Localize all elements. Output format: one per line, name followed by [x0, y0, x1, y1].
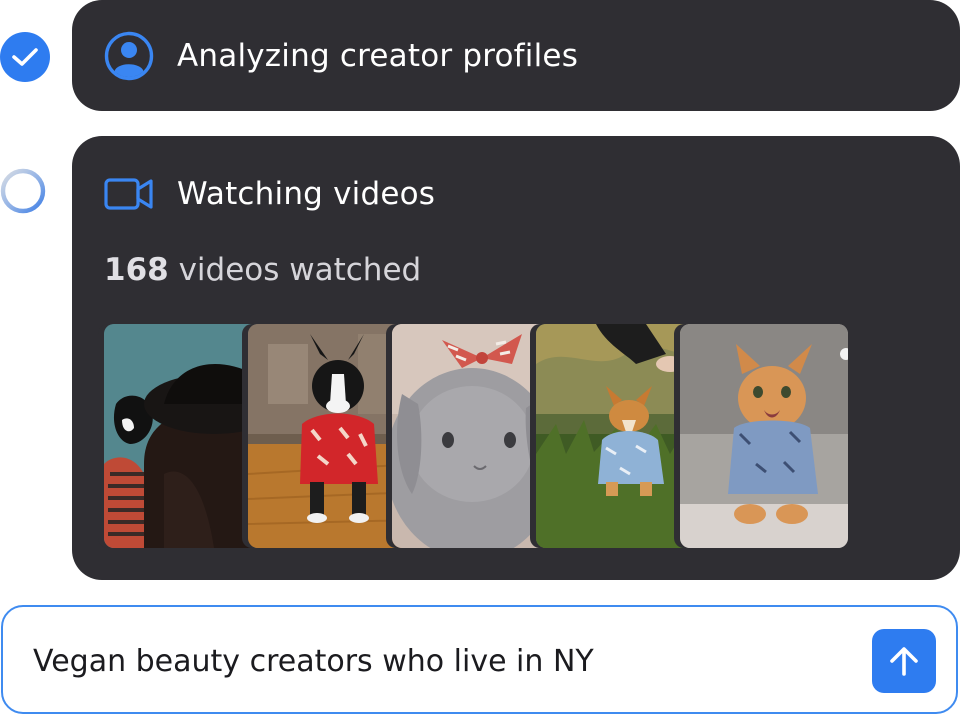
video-thumbnail[interactable] [104, 324, 272, 548]
video-thumbnail[interactable] [680, 324, 848, 548]
step-card-watching: Watching videos 168 videos watched [72, 136, 960, 580]
user-profile-icon [104, 31, 154, 81]
send-button[interactable] [872, 629, 936, 693]
prompt-bar [1, 605, 958, 714]
video-camera-icon [104, 169, 154, 219]
videos-watched-label: videos watched [168, 252, 422, 288]
step-header: Analyzing creator profiles [104, 31, 578, 81]
video-thumbnail[interactable] [392, 324, 560, 548]
step-in-progress-spinner [0, 168, 46, 214]
video-thumbnail[interactable] [536, 324, 704, 548]
videos-watched-count: 168 [104, 252, 169, 288]
agent-progress-view: Analyzing creator profiles Watching vide… [0, 0, 960, 716]
arrow-up-icon [890, 647, 918, 676]
spinner-icon [0, 168, 46, 214]
video-thumbnail[interactable] [248, 324, 416, 548]
step-title: Analyzing creator profiles [177, 38, 579, 74]
videos-watched-counter: 168 videos watched [104, 252, 421, 288]
video-thumbnail-strip [104, 324, 864, 548]
step-header: Watching videos [104, 169, 435, 219]
step-title: Watching videos [177, 176, 436, 212]
check-icon [12, 48, 38, 66]
step-card-analyzing: Analyzing creator profiles [72, 0, 960, 111]
step-complete-indicator [0, 32, 50, 82]
prompt-input[interactable] [33, 633, 833, 689]
